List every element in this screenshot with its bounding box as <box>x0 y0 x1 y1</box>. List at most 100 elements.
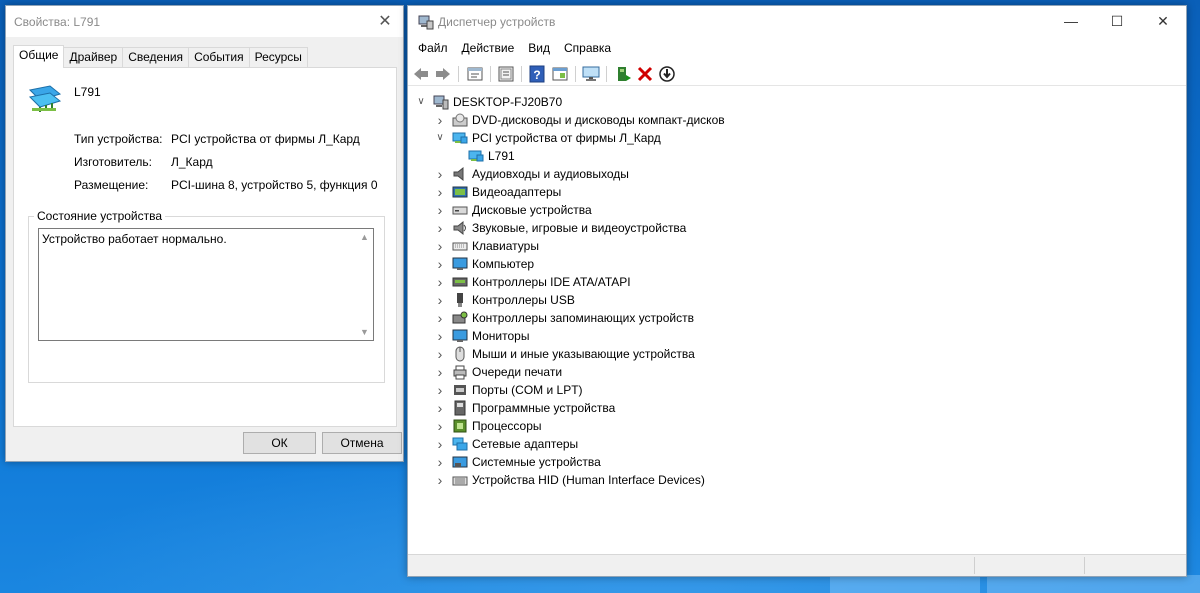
dialog-title: Свойства: L791 <box>14 15 101 29</box>
device-status-title: Состояние устройства <box>34 209 166 223</box>
chevron-right-icon[interactable]: › <box>435 111 445 129</box>
tree-item-label: Видеоадаптеры <box>472 185 562 199</box>
tree-item-label: Очереди печати <box>472 365 563 379</box>
chevron-right-icon[interactable]: › <box>435 273 445 291</box>
ok-button[interactable]: ОК <box>243 432 316 454</box>
manufacturer-label: Изготовитель: <box>74 155 152 169</box>
desktop-window-edge <box>987 575 1200 593</box>
tab-strip: Общие Драйвер Сведения События Ресурсы <box>13 45 308 68</box>
manufacturer-value: Л_Кард <box>171 155 213 169</box>
sound-icon <box>453 220 466 236</box>
chevron-right-icon[interactable]: › <box>435 309 445 327</box>
network-card-icon <box>468 150 484 162</box>
location-value: PCI-шина 8, устройство 5, функция 0 <box>171 178 378 192</box>
network-adapter-icon <box>452 437 468 451</box>
tree-item-label: Программные устройства <box>472 401 616 415</box>
chevron-right-icon[interactable]: › <box>435 345 445 363</box>
status-scrollbar[interactable]: ▲ ▼ <box>356 229 373 340</box>
toolbar-separator <box>521 66 522 82</box>
storage-controller-icon <box>452 311 468 324</box>
chevron-right-icon[interactable]: › <box>435 435 445 453</box>
menu-view[interactable]: Вид <box>521 39 557 58</box>
tree-item-label: Аудиовходы и аудиовыходы <box>472 167 629 181</box>
dvd-icon <box>452 113 468 127</box>
chevron-right-icon[interactable]: › <box>435 453 445 471</box>
maximize-icon[interactable]: ☐ <box>1094 6 1140 37</box>
tab-general[interactable]: Общие <box>13 45 65 68</box>
tree-item-label: Компьютер <box>472 257 535 271</box>
back-icon[interactable] <box>412 65 430 83</box>
chevron-right-icon[interactable]: › <box>435 471 445 489</box>
device-status-text: Устройство работает нормально. <box>42 232 227 246</box>
general-tab-panel: L791 Тип устройства: PCI устройства от ф… <box>13 67 397 427</box>
tree-item-label: Дисковые устройства <box>472 203 592 217</box>
chevron-down-icon[interactable]: ∨ <box>435 129 445 147</box>
disk-drive-icon <box>452 206 468 215</box>
device-view-icon[interactable] <box>551 65 569 83</box>
device-manager-icon <box>418 15 434 30</box>
tree-item-label: PCI устройства от фирмы Л_Кард <box>472 131 661 145</box>
chevron-right-icon[interactable]: › <box>435 183 445 201</box>
device-manager-titlebar: Диспетчер устройств — ☐ ✕ <box>408 6 1186 37</box>
tree-item-label: Мониторы <box>472 329 530 343</box>
toolbar-separator <box>606 66 607 82</box>
uninstall-icon[interactable] <box>636 65 654 83</box>
chevron-right-icon[interactable]: › <box>435 219 445 237</box>
menu-help[interactable]: Справка <box>557 39 618 58</box>
properties-sheet-icon[interactable] <box>466 65 484 83</box>
cancel-button[interactable]: Отмена <box>322 432 402 454</box>
device-name: L791 <box>74 85 101 99</box>
chevron-right-icon[interactable]: › <box>435 201 445 219</box>
tree-item-label: Контроллеры USB <box>472 293 575 307</box>
tab-resources[interactable]: Ресурсы <box>248 47 308 68</box>
tree-item-label: Контроллеры запоминающих устройств <box>472 311 694 325</box>
status-bar <box>408 554 1186 576</box>
tree-item-label: Клавиатуры <box>472 239 539 253</box>
help-icon[interactable]: ? <box>528 65 546 83</box>
scan-hardware-icon[interactable] <box>582 65 600 83</box>
chevron-right-icon[interactable]: › <box>435 291 445 309</box>
tree-item-label: Порты (COM и LPT) <box>472 383 583 397</box>
chevron-right-icon[interactable]: › <box>435 381 445 399</box>
root-label: DESKTOP-FJ20B70 <box>453 95 563 109</box>
desktop-window-edge <box>830 575 980 593</box>
tab-details[interactable]: Сведения <box>122 47 190 68</box>
svg-text:?: ? <box>533 68 540 82</box>
close-icon[interactable]: ✕ <box>1140 6 1186 37</box>
minimize-icon[interactable]: — <box>1048 6 1094 37</box>
properties-dialog: Свойства: L791 ✕ Общие Драйвер Сведения … <box>5 5 404 462</box>
toolbar-separator <box>575 66 576 82</box>
tree-item-label: L791 <box>488 149 515 163</box>
device-type-value: PCI устройства от фирмы Л_Кард <box>171 132 360 146</box>
chevron-down-icon[interactable]: ∨ <box>416 93 426 111</box>
update-driver-icon[interactable] <box>658 65 676 83</box>
chevron-right-icon[interactable]: › <box>435 363 445 381</box>
device-manager-window: Диспетчер устройств — ☐ ✕ Файл Действие … <box>407 5 1187 577</box>
chevron-right-icon[interactable]: › <box>435 327 445 345</box>
device-status-textbox[interactable]: Устройство работает нормально. ▲ ▼ <box>38 228 374 341</box>
forward-icon[interactable] <box>434 65 452 83</box>
chevron-right-icon[interactable]: › <box>435 399 445 417</box>
tree-item-label: Контроллеры IDE ATA/ATAPI <box>472 275 631 289</box>
menu-action[interactable]: Действие <box>455 39 522 58</box>
scroll-up-icon[interactable]: ▲ <box>360 232 369 242</box>
network-card-icon <box>452 132 468 144</box>
close-icon[interactable]: ✕ <box>375 12 395 32</box>
tab-events[interactable]: События <box>188 47 250 68</box>
speaker-icon <box>453 166 464 182</box>
tab-driver[interactable]: Драйвер <box>63 47 124 68</box>
chevron-right-icon[interactable]: › <box>435 417 445 435</box>
chevron-right-icon[interactable]: › <box>435 165 445 183</box>
status-bar-separator <box>1084 557 1085 574</box>
monitor-icon <box>452 329 468 342</box>
show-hidden-icon[interactable] <box>497 65 515 83</box>
usb-icon <box>457 293 463 307</box>
menu-file[interactable]: Файл <box>408 39 455 58</box>
scroll-down-icon[interactable]: ▼ <box>360 327 369 337</box>
add-driver-icon[interactable] <box>614 65 632 83</box>
menu-bar: Файл Действие Вид Справка <box>408 39 618 58</box>
chevron-right-icon[interactable]: › <box>435 255 445 273</box>
chevron-right-icon[interactable]: › <box>435 237 445 255</box>
system-device-icon <box>452 456 468 468</box>
display-adapter-icon <box>452 186 468 198</box>
